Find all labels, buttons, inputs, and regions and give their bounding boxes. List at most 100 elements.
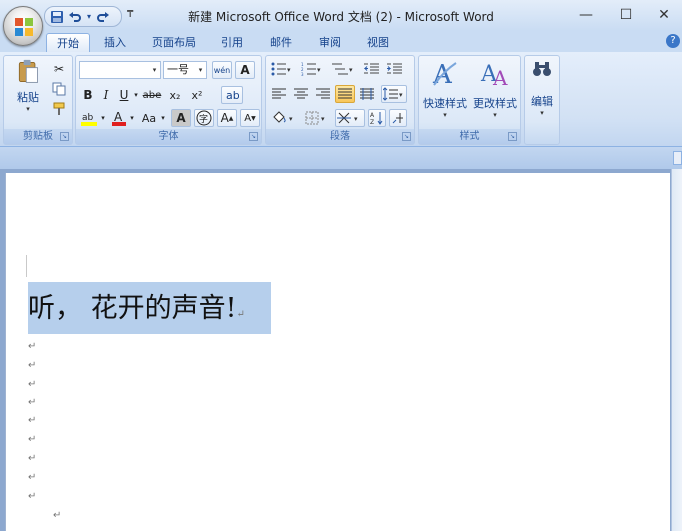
svg-text:A: A <box>370 112 375 119</box>
font-name-combo[interactable]: ▾ <box>79 61 161 79</box>
tab-review[interactable]: 审阅 <box>309 33 351 52</box>
paragraph-mark: ↵ <box>28 415 37 426</box>
scissors-icon: ✂ <box>53 62 65 76</box>
svg-text:A: A <box>114 110 123 124</box>
svg-text:▾: ▾ <box>399 91 403 99</box>
text-effect-button[interactable]: ab <box>221 86 243 104</box>
cut-button[interactable]: ✂ <box>50 60 68 78</box>
chevron-down-icon: ▾ <box>540 109 544 117</box>
enclose-character-icon: 字 <box>196 110 212 126</box>
title-bar: ▾ ₸ 新建 Microsoft Office Word 文档 (2) - Mi… <box>0 0 682 31</box>
paragraph-mark: ↵ <box>28 453 37 464</box>
copy-button[interactable] <box>50 80 68 98</box>
distributed-align-icon <box>360 88 374 100</box>
paragraph-mark: ↵ <box>28 434 37 445</box>
numbering-button[interactable]: 1 2 3 ▾ <box>299 60 325 78</box>
font-color-icon: A <box>112 110 126 126</box>
svg-text:Z: Z <box>370 119 374 125</box>
decrease-indent-button[interactable] <box>362 60 382 78</box>
enclose-characters-button[interactable]: 字 <box>194 109 214 127</box>
sort-button[interactable]: AZ <box>368 109 386 127</box>
increase-indent-button[interactable] <box>385 60 405 78</box>
subscript-button[interactable]: x₂ <box>165 86 185 104</box>
font-size-combo[interactable]: 一号 ▾ <box>163 61 207 79</box>
bold-button[interactable]: B <box>80 86 96 104</box>
font-color-button[interactable]: A <box>110 109 128 127</box>
superscript-button[interactable]: x² <box>187 86 207 104</box>
distributed-button[interactable] <box>357 85 377 103</box>
paragraph-mark: ↵ <box>28 491 37 502</box>
paragraph-dialog-launcher[interactable]: ↘ <box>402 132 411 141</box>
office-logo-icon <box>15 18 33 36</box>
tab-mailings[interactable]: 邮件 <box>260 33 302 52</box>
underline-button[interactable]: U <box>116 86 132 104</box>
align-left-icon <box>272 88 286 99</box>
align-left-button[interactable] <box>269 85 289 103</box>
show-hide-marks-button[interactable] <box>389 109 407 127</box>
multilevel-list-button[interactable]: ▾ <box>329 60 357 78</box>
shrink-font-button[interactable]: A ▼ <box>240 109 260 127</box>
justify-icon <box>338 88 352 99</box>
office-button[interactable] <box>3 6 43 46</box>
paste-button[interactable]: 粘贴 ▾ <box>8 58 48 114</box>
borders-button[interactable]: ▾ <box>303 109 331 127</box>
change-styles-button[interactable]: AA 更改样式 ▾ <box>471 58 519 124</box>
document-line-1[interactable]: 听， 花开的声音!↵ <box>28 286 245 325</box>
clear-format-button[interactable]: A <box>235 61 255 79</box>
strikethrough-button[interactable]: abe <box>141 86 163 104</box>
align-center-button[interactable] <box>291 85 311 103</box>
italic-button[interactable]: I <box>98 86 114 104</box>
minimize-button[interactable]: — <box>566 3 606 27</box>
borders-icon: ▾ <box>305 111 325 125</box>
font-color-dropdown[interactable]: ▾ <box>128 109 136 127</box>
svg-text:3: 3 <box>301 72 304 76</box>
ruler-toggle-button[interactable] <box>673 151 682 165</box>
grow-font-button[interactable]: A ▲ <box>217 109 237 127</box>
justify-button[interactable] <box>335 85 355 103</box>
paragraph-mark: ↵ <box>53 510 62 521</box>
chevron-down-icon: ▾ <box>198 66 203 74</box>
vertical-scrollbar[interactable] <box>671 169 682 531</box>
increase-indent-icon <box>387 63 402 74</box>
tab-insert[interactable]: 插入 <box>94 33 136 52</box>
svg-text:▾: ▾ <box>317 66 321 74</box>
paragraph-mark: ↵ <box>28 341 37 352</box>
tab-references[interactable]: 引用 <box>211 33 253 52</box>
bullets-button[interactable]: ▾ <box>269 60 295 78</box>
tab-page-layout[interactable]: 页面布局 <box>142 33 206 52</box>
paragraph-mark: ↵ <box>28 397 37 408</box>
svg-text:字: 字 <box>199 113 208 125</box>
bullet-list-icon: ▾ <box>271 62 291 76</box>
line-spacing-button[interactable]: ▾ <box>381 85 407 103</box>
highlight-dropdown[interactable]: ▾ <box>99 109 107 127</box>
paragraph-mark: ↵ <box>28 360 37 371</box>
format-painter-button[interactable] <box>50 100 68 118</box>
chevron-down-icon: ▾ <box>493 111 497 119</box>
tab-home[interactable]: 开始 <box>46 33 90 52</box>
copy-icon <box>52 82 66 96</box>
quick-styles-icon: A <box>432 60 457 89</box>
tab-view[interactable]: 视图 <box>357 33 399 52</box>
document-text: 听， 花开的声音! <box>28 293 237 324</box>
text-area-corner-mark <box>26 255 27 277</box>
maximize-button[interactable]: ☐ <box>606 3 646 27</box>
close-button[interactable]: ✕ <box>644 3 682 27</box>
underline-dropdown[interactable]: ▾ <box>132 86 140 104</box>
editing-label: 编辑 <box>531 95 553 108</box>
styles-dialog-launcher[interactable]: ↘ <box>508 132 517 141</box>
ribbon-tabs: 开始 插入 页面布局 引用 邮件 审阅 视图 <box>0 31 682 52</box>
clipboard-dialog-launcher[interactable]: ↘ <box>60 132 69 141</box>
quick-styles-button[interactable]: A 快速样式 ▾ <box>421 58 469 124</box>
align-right-button[interactable] <box>313 85 333 103</box>
font-dialog-launcher[interactable]: ↘ <box>249 132 258 141</box>
help-button[interactable]: ? <box>666 34 680 48</box>
change-case-dropdown[interactable]: ▾ <box>159 109 167 127</box>
phonetic-guide-button[interactable]: wén <box>212 61 232 79</box>
editing-button[interactable]: 编辑 ▾ <box>527 58 557 122</box>
highlight-button[interactable]: ab <box>79 109 99 127</box>
shading-button[interactable]: ▾ <box>269 109 299 127</box>
chinese-layout-button[interactable]: ▾ <box>335 109 365 127</box>
character-shading-button[interactable]: A <box>171 109 191 127</box>
change-case-button[interactable]: Aa <box>139 109 159 127</box>
document-page[interactable] <box>5 173 670 531</box>
